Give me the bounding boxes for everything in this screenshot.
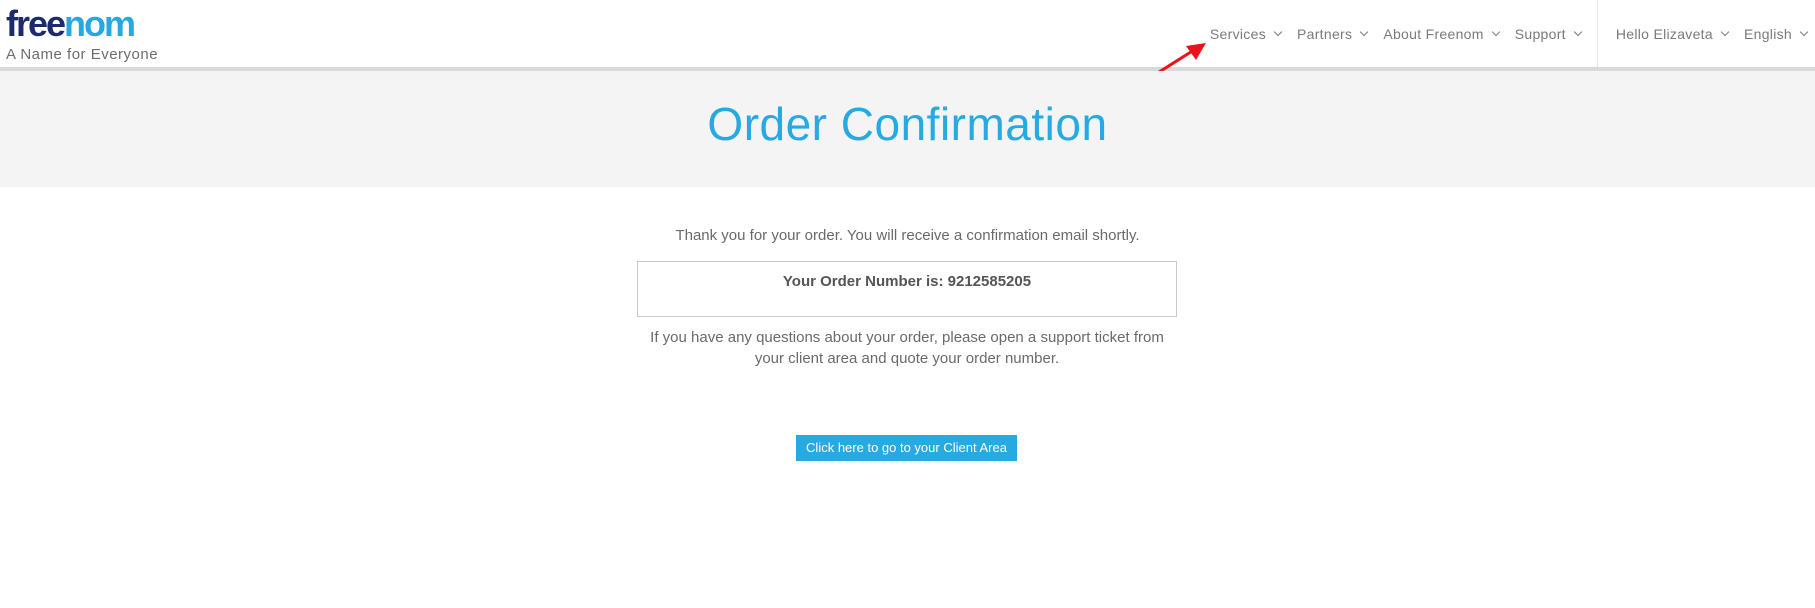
nav-user-label: Hello Elizaveta <box>1615 25 1713 42</box>
nav-user-menu[interactable]: Hello Elizaveta <box>1608 26 1736 42</box>
nav-services[interactable]: Services <box>1202 26 1289 42</box>
page-title: Order Confirmation <box>707 98 1108 150</box>
client-area-button[interactable]: Click here to go to your Client Area <box>796 435 1017 461</box>
freenom-logo[interactable]: freenom A Name for Everyone <box>6 3 159 64</box>
nav-partners-label: Partners <box>1297 25 1353 42</box>
logo-tagline: A Name for Everyone <box>6 46 159 63</box>
nav-support-label: Support <box>1514 25 1566 42</box>
thank-you-message: Thank you for your order. You will recei… <box>675 227 1140 244</box>
chevron-down-icon <box>1799 27 1809 36</box>
nav-support[interactable]: Support <box>1507 26 1589 42</box>
chevron-down-icon <box>1720 27 1730 36</box>
order-number-text: Your Order Number is: 9212585205 <box>782 273 1032 290</box>
chevron-down-icon <box>1360 27 1369 36</box>
nav-language-label: English <box>1743 25 1792 42</box>
site-header: freenom A Name for Everyone Services Par… <box>0 0 1815 71</box>
nav-about[interactable]: About Freenom <box>1375 26 1506 42</box>
nav-about-label: About Freenom <box>1383 25 1484 42</box>
logo-wordmark: freenom <box>6 3 136 44</box>
nav-services-label: Services <box>1209 25 1266 42</box>
nav-divider <box>1596 0 1598 67</box>
nav-language[interactable]: English <box>1736 26 1815 42</box>
main-nav: Services Partners About Freenom Support … <box>1202 0 1815 67</box>
page-banner: Order Confirmation <box>0 71 1815 187</box>
support-message: If you have any questions about your ord… <box>650 329 1164 367</box>
chevron-down-icon <box>1573 27 1583 36</box>
order-number-box: Your Order Number is: 9212585205 <box>637 261 1177 317</box>
chevron-down-icon <box>1491 27 1500 36</box>
chevron-down-icon <box>1273 27 1283 36</box>
nav-partners[interactable]: Partners <box>1289 26 1375 42</box>
